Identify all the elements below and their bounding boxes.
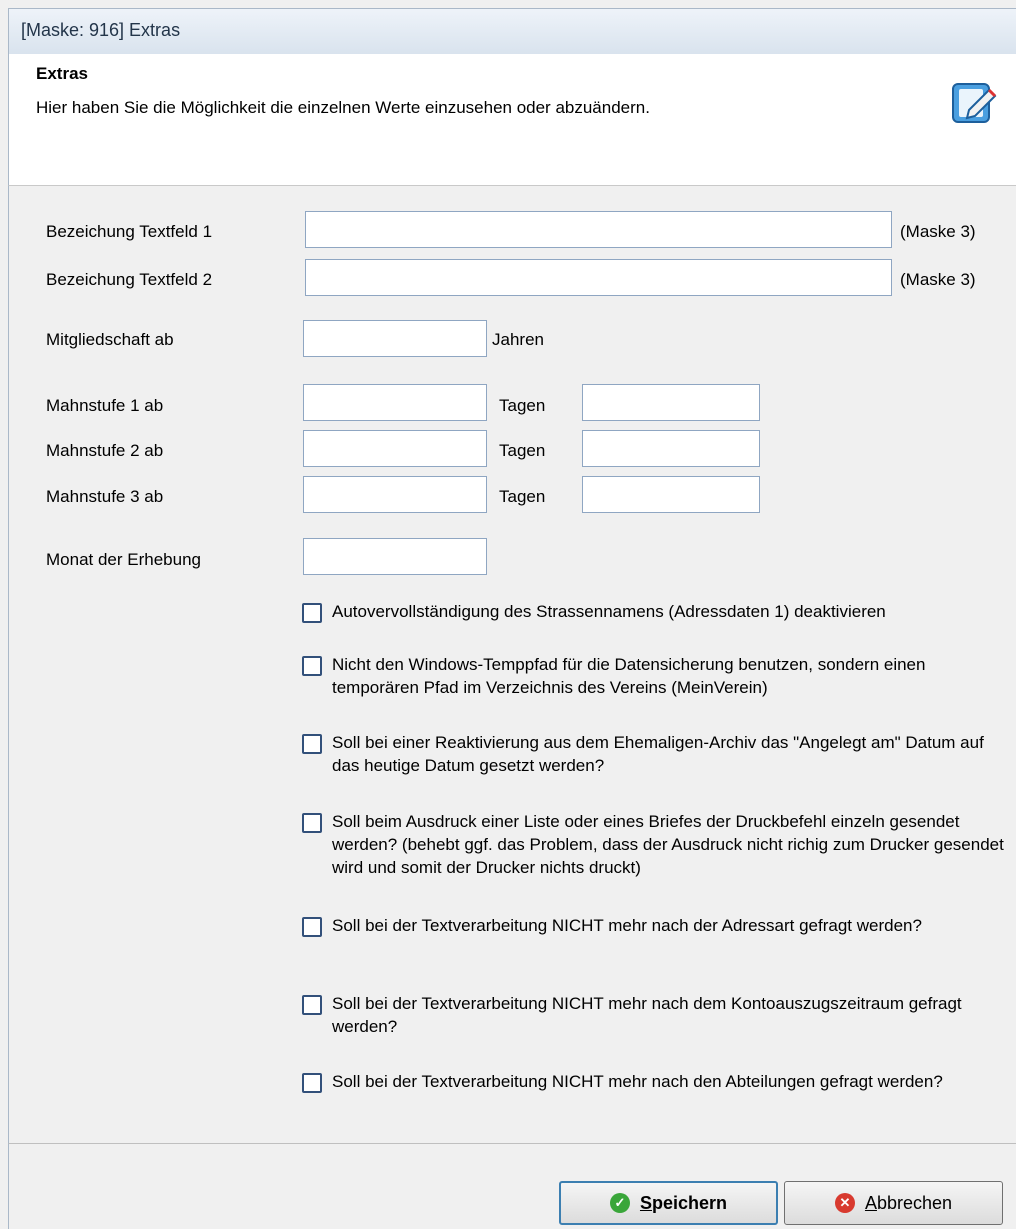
header-subtitle: Hier haben Sie die Möglichkeit die einze… [36,98,650,117]
header-panel: Extras Hier haben Sie die Möglichkeit di… [8,54,1016,186]
textfeld1-label: Bezeichung Textfeld 1 [46,222,213,241]
textfeld2-suffix: (Maske 3) [900,270,976,289]
checkbox[interactable] [302,995,322,1015]
save-button[interactable]: ✓ Speichern [559,1181,778,1225]
window-titlebar: [Maske: 916] Extras [8,8,1016,54]
mahnstufe1-label: Mahnstufe 1 ab [46,396,164,415]
checkbox-label: Autovervollständigung des Strassennamens… [332,602,886,621]
checkbox[interactable] [302,734,322,754]
mitgliedschaft-unit: Jahren [492,330,544,349]
checkbox-label: Soll bei der Textverarbeitung NICHT mehr… [332,916,922,935]
footer-bar: ✓ Speichern ✕ Abbrechen [8,1143,1016,1229]
mahnstufe2-unit: Tagen [499,441,546,460]
mahnstufe2-input[interactable] [303,430,487,467]
monat-input[interactable] [303,538,487,575]
window-title: [Maske: 916] Extras [21,20,181,40]
textfeld2-input[interactable] [305,259,892,296]
monat-label: Monat der Erhebung [46,550,201,569]
mahnstufe3-input[interactable] [303,476,487,513]
checkbox-label: Soll bei der Textverarbeitung NICHT mehr… [332,994,962,1036]
mahnstufe3-extra-input[interactable] [582,476,760,513]
check-icon: ✓ [609,1193,630,1213]
mahnstufe3-label: Mahnstufe 3 ab [46,487,164,506]
mahnstufe3-unit: Tagen [499,487,546,506]
textfeld1-input[interactable] [305,211,892,248]
mahnstufe2-extra-input[interactable] [582,430,760,467]
textfeld2-label: Bezeichung Textfeld 2 [46,270,213,289]
form-area: Bezeichung Textfeld 1 (Maske 3) Bezeichu… [8,186,1016,1143]
checkbox[interactable] [302,1073,322,1093]
save-button-label: Speichern [639,1192,728,1213]
checkbox-label: Nicht den Windows-Temppfad für die Daten… [332,655,926,697]
checkbox[interactable] [302,813,322,833]
mahnstufe2-label: Mahnstufe 2 ab [46,441,164,460]
mahnstufe1-extra-input[interactable] [582,384,760,421]
cancel-button[interactable]: ✕ Abbrechen [784,1181,1003,1225]
mahnstufe1-input[interactable] [303,384,487,421]
cancel-button-label: Abbrechen [864,1192,953,1213]
checkbox[interactable] [302,917,322,937]
textfeld1-suffix: (Maske 3) [900,222,976,241]
checkbox-label: Soll bei der Textverarbeitung NICHT mehr… [332,1072,943,1091]
checkbox[interactable] [302,603,322,623]
mahnstufe1-unit: Tagen [499,396,546,415]
mitgliedschaft-label: Mitgliedschaft ab [46,330,174,349]
mitgliedschaft-input[interactable] [303,320,487,357]
checkbox-label: Soll beim Ausdruck einer Liste oder eine… [332,812,1004,877]
checkbox-label: Soll bei einer Reaktivierung aus dem Ehe… [332,733,984,775]
header-title: Extras [36,64,88,83]
close-icon: ✕ [834,1193,855,1213]
checkbox[interactable] [302,656,322,676]
edit-document-icon [952,83,997,123]
